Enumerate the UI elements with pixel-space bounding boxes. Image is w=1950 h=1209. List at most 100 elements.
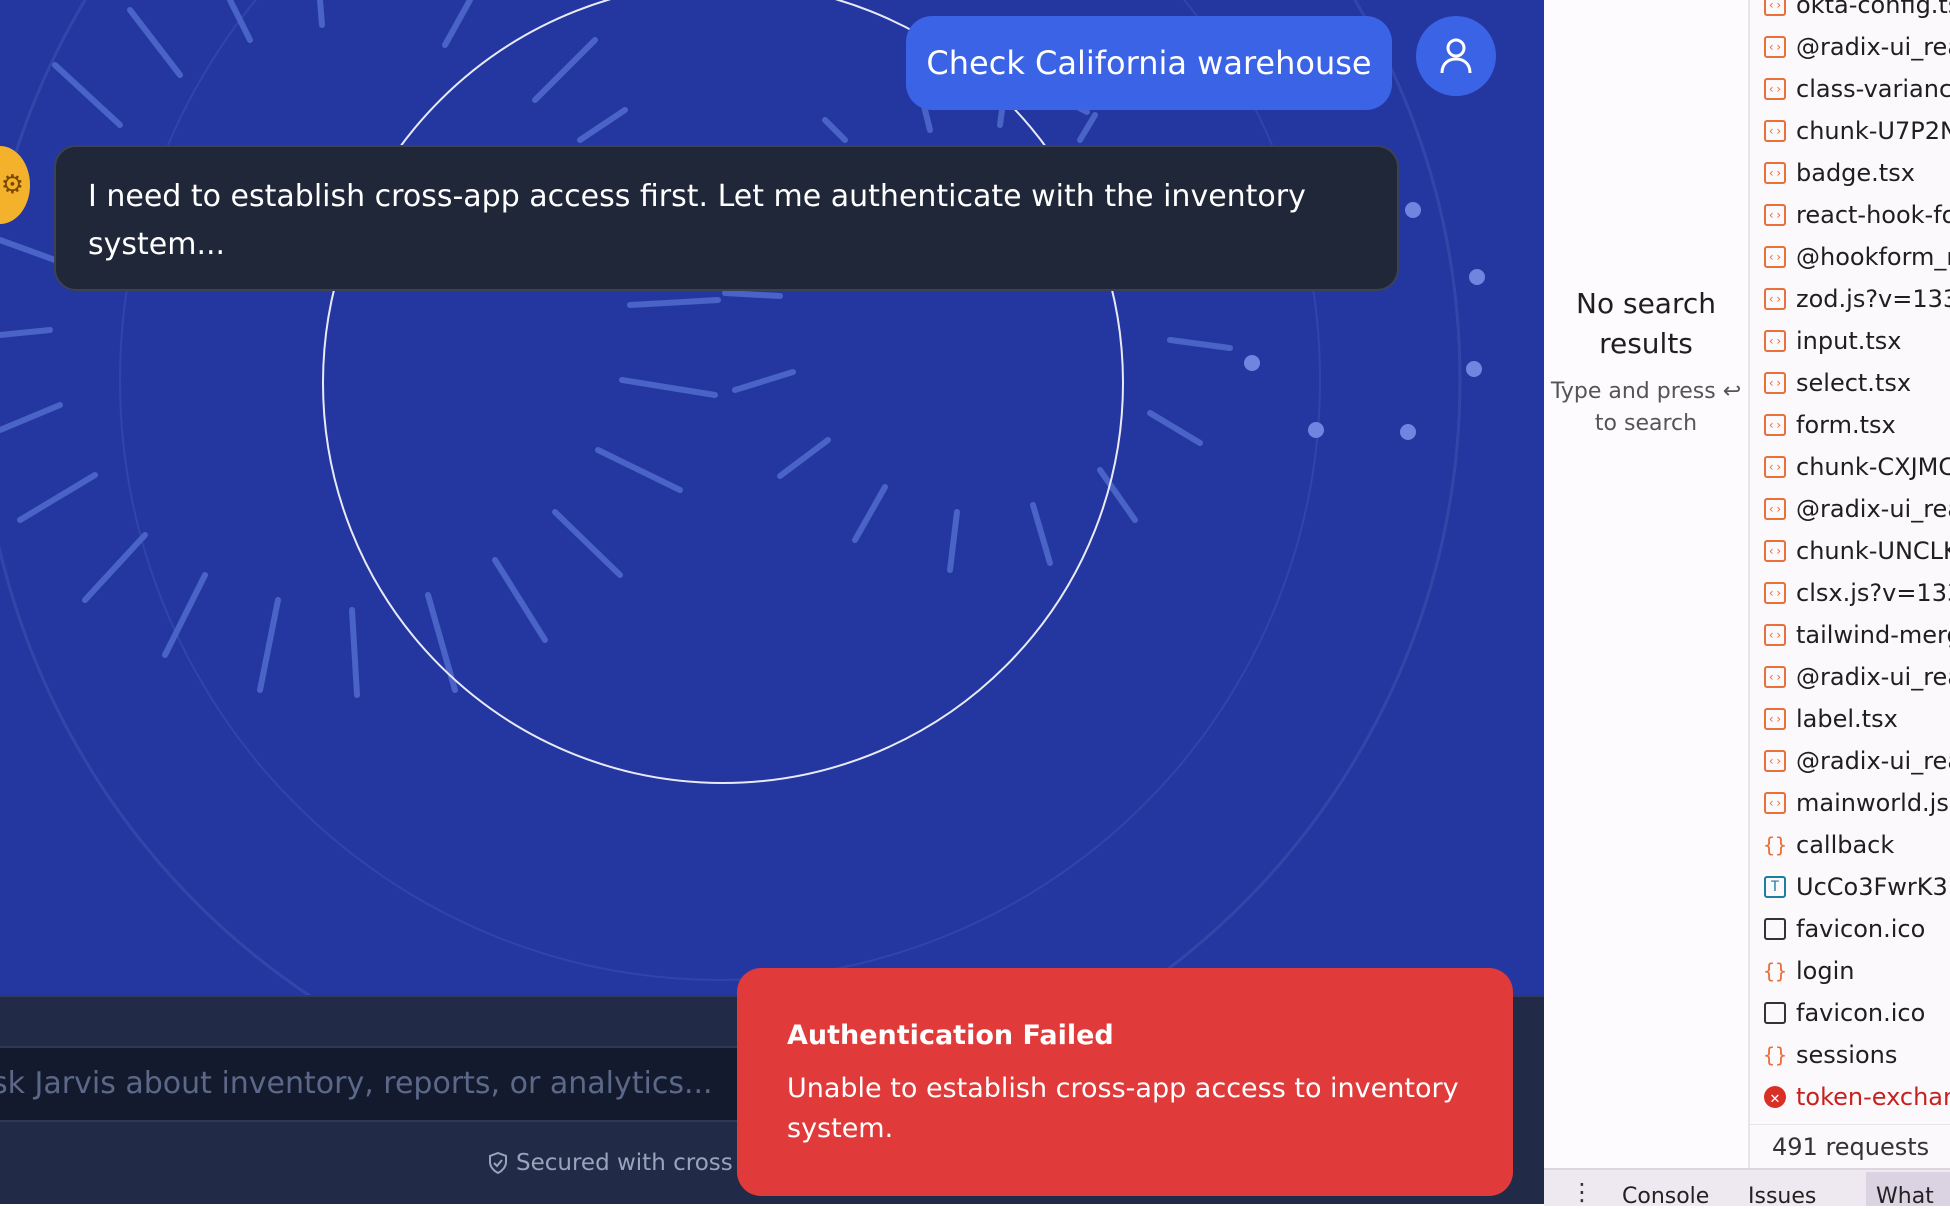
- request-name: @radix-ui_rea: [1796, 495, 1950, 523]
- script-file-icon: ‹›: [1764, 456, 1786, 478]
- network-request-row[interactable]: ‹› form.tsx: [1750, 404, 1950, 446]
- request-name: sessions: [1796, 1041, 1898, 1069]
- user-message-bubble: Check California warehouse: [906, 16, 1392, 110]
- script-file-icon: ‹›: [1764, 330, 1786, 352]
- request-name: tailwind-merg: [1796, 621, 1950, 649]
- network-request-row[interactable]: ‹› chunk-UNCLK: [1750, 530, 1950, 572]
- search-results-pane: No search results Type and press ↩ to se…: [1544, 0, 1750, 1170]
- user-avatar[interactable]: [1416, 16, 1496, 96]
- chat-app: Check California warehouse ⚙ I need to e…: [0, 0, 1544, 1204]
- script-file-icon: ‹›: [1764, 246, 1786, 268]
- network-request-row[interactable]: ‹› clsx.js?v=1334: [1750, 572, 1950, 614]
- fetch-file-icon: {}: [1762, 959, 1788, 983]
- network-request-row[interactable]: ‹› @hookform_re: [1750, 236, 1950, 278]
- request-name: favicon.ico: [1796, 915, 1926, 943]
- request-name: label.tsx: [1796, 705, 1898, 733]
- toast-description: Unable to establish cross-app access to …: [787, 1073, 1459, 1144]
- no-results-hint: Type and press ↩ to search: [1550, 379, 1742, 436]
- network-request-row[interactable]: ‹› @radix-ui_react: [1750, 26, 1950, 68]
- other-file-icon: [1764, 918, 1786, 940]
- script-file-icon: ‹›: [1764, 666, 1786, 688]
- no-search-results: No search results Type and press ↩ to se…: [1544, 284, 1748, 440]
- script-file-icon: ‹›: [1764, 582, 1786, 604]
- script-file-icon: ‹›: [1764, 498, 1786, 520]
- script-file-icon: ‹›: [1764, 540, 1786, 562]
- script-file-icon: ‹›: [1764, 120, 1786, 142]
- script-file-icon: ‹›: [1764, 792, 1786, 814]
- other-file-icon: [1764, 1002, 1786, 1024]
- fetch-file-icon: {}: [1762, 1043, 1788, 1067]
- shield-icon: [489, 1152, 507, 1174]
- request-name: UcCo3FwrK3i: [1796, 873, 1950, 901]
- network-request-row[interactable]: ‹› @radix-ui_rea: [1750, 656, 1950, 698]
- network-request-row[interactable]: ‹› input.tsx: [1750, 320, 1950, 362]
- bot-icon: ⚙: [0, 170, 24, 200]
- script-file-icon: ‹›: [1764, 708, 1786, 730]
- script-file-icon: ‹›: [1764, 78, 1786, 100]
- request-name: mainworld.js: [1796, 789, 1949, 817]
- tab-issues[interactable]: Issues: [1748, 1184, 1816, 1209]
- script-file-icon: ‹›: [1764, 288, 1786, 310]
- network-request-row[interactable]: favicon.ico: [1750, 908, 1950, 950]
- network-request-row[interactable]: ‹› label.tsx: [1750, 698, 1950, 740]
- request-name: class-variance: [1796, 75, 1950, 103]
- more-icon[interactable]: ⋮: [1570, 1178, 1594, 1206]
- network-request-row[interactable]: ✕ token-exchange: [1750, 1076, 1950, 1118]
- script-file-icon: ‹›: [1764, 36, 1786, 58]
- network-request-row[interactable]: ‹› @radix-ui_rea: [1750, 740, 1950, 782]
- network-request-row[interactable]: ‹› select.tsx: [1750, 362, 1950, 404]
- security-note: Secured with cross: [488, 1150, 733, 1176]
- devtools-panel: No search results Type and press ↩ to se…: [1544, 0, 1950, 1209]
- network-request-row[interactable]: {} sessions: [1750, 1034, 1950, 1076]
- bot-message-bubble: I need to establish cross-app access fir…: [54, 145, 1399, 291]
- request-name: chunk-U7P2N: [1796, 117, 1950, 145]
- request-name: @radix-ui_react: [1796, 33, 1950, 61]
- devtools-drawer: ⋮ Console Issues What: [1544, 1168, 1950, 1209]
- network-request-row[interactable]: ‹› chunk-CXJMC: [1750, 446, 1950, 488]
- request-name: token-exchange: [1796, 1083, 1950, 1111]
- request-name: clsx.js?v=1334: [1796, 579, 1950, 607]
- network-request-row[interactable]: ‹› chunk-U7P2N: [1750, 110, 1950, 152]
- script-file-icon: ‹›: [1764, 750, 1786, 772]
- request-name: form.tsx: [1796, 411, 1896, 439]
- network-request-row[interactable]: {} login: [1750, 950, 1950, 992]
- network-request-row[interactable]: T UcCo3FwrK3i: [1750, 866, 1950, 908]
- request-name: @hookform_re: [1796, 243, 1950, 271]
- tab-whats-new[interactable]: What: [1876, 1184, 1934, 1209]
- toast-title: Authentication Failed: [787, 1020, 1114, 1051]
- script-file-icon: ‹›: [1764, 204, 1786, 226]
- text-file-icon: T: [1764, 876, 1786, 898]
- script-file-icon: ‹›: [1764, 0, 1786, 16]
- fetch-file-icon: {}: [1762, 833, 1788, 857]
- network-request-row[interactable]: ‹› react-hook-fo: [1750, 194, 1950, 236]
- security-note-text: Secured with cross: [516, 1150, 733, 1176]
- no-results-title: No search results: [1576, 287, 1716, 360]
- network-request-list: ‹› okta-config.ts ‹› @radix-ui_react ‹› class…: [1750, 0, 1950, 1118]
- request-name: input.tsx: [1796, 327, 1902, 355]
- request-name: zod.js?v=1334: [1796, 285, 1950, 313]
- script-file-icon: ‹›: [1764, 372, 1786, 394]
- script-file-icon: ‹›: [1764, 414, 1786, 436]
- network-request-row[interactable]: ‹› mainworld.js: [1750, 782, 1950, 824]
- request-name: chunk-CXJMC: [1796, 453, 1950, 481]
- error-toast[interactable]: Authentication Failed Unable to establis…: [737, 968, 1513, 1196]
- request-name: @radix-ui_rea: [1796, 747, 1950, 775]
- error-file-icon: ✕: [1764, 1086, 1786, 1108]
- request-name: select.tsx: [1796, 369, 1912, 397]
- script-file-icon: ‹›: [1764, 624, 1786, 646]
- request-name: @radix-ui_rea: [1796, 663, 1950, 691]
- network-request-row[interactable]: ‹› zod.js?v=1334: [1750, 278, 1950, 320]
- network-request-row[interactable]: ‹› tailwind-merg: [1750, 614, 1950, 656]
- network-request-row[interactable]: favicon.ico: [1750, 992, 1950, 1034]
- request-name: chunk-UNCLK: [1796, 537, 1950, 565]
- network-request-row[interactable]: ‹› class-variance: [1750, 68, 1950, 110]
- request-name: favicon.ico: [1796, 999, 1926, 1027]
- network-request-row[interactable]: {} callback: [1750, 824, 1950, 866]
- request-name: okta-config.ts: [1796, 0, 1950, 19]
- script-file-icon: ‹›: [1764, 162, 1786, 184]
- network-request-row[interactable]: ‹› badge.tsx: [1750, 152, 1950, 194]
- network-request-row[interactable]: ‹› @radix-ui_rea: [1750, 488, 1950, 530]
- network-request-row[interactable]: ‹› okta-config.ts: [1750, 0, 1950, 26]
- request-count: 491 requests: [1750, 1124, 1950, 1168]
- tab-console[interactable]: Console: [1622, 1184, 1709, 1209]
